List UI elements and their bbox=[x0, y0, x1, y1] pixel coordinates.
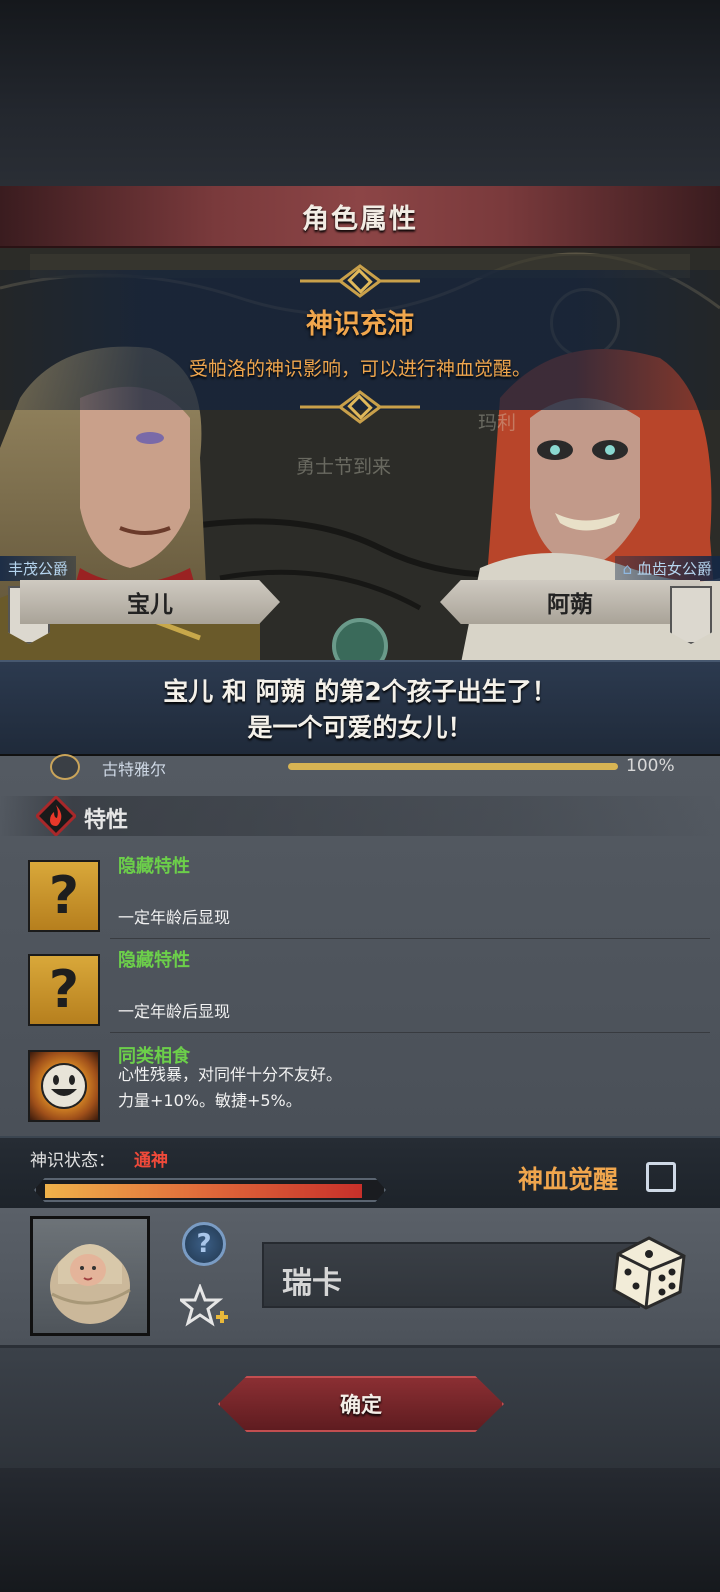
lineage-emblem-icon bbox=[50, 754, 80, 780]
inheritance-progress-bar bbox=[288, 763, 618, 770]
birth-announcement: 宝儿 和 阿蒴 的第2个孩子出生了！ 是一个可爱的女儿！ bbox=[0, 660, 720, 756]
top-backdrop bbox=[0, 0, 720, 186]
question-mark-icon: ? bbox=[28, 860, 100, 932]
map-label: 玛利 bbox=[478, 412, 517, 434]
trait-description: 一定年龄后显现 bbox=[118, 908, 231, 927]
awaken-label: 神血觉醒 bbox=[518, 1165, 619, 1194]
divine-progress-bar bbox=[34, 1178, 386, 1202]
trait-effect: 力量+10%。敏捷+5%。 bbox=[118, 1091, 302, 1110]
question-mark-icon: ? bbox=[28, 954, 100, 1026]
birth-line-1: 宝儿 和 阿蒴 的第2个孩子出生了！ bbox=[163, 677, 557, 706]
window-title-bar: 角色属性 bbox=[0, 186, 720, 248]
traits-title: 特性 bbox=[84, 808, 129, 833]
birth-line-2: 是一个可爱的女儿！ bbox=[247, 713, 473, 742]
baby-portrait bbox=[50, 1244, 131, 1324]
notice-title: 神识充沛 bbox=[306, 309, 414, 340]
divine-status-bar: 神识状态： 通神 神血觉醒 bbox=[0, 1136, 720, 1208]
star-add-icon[interactable] bbox=[180, 1284, 230, 1330]
trait-divider bbox=[110, 1032, 710, 1033]
inheritance-percent: 100% bbox=[626, 756, 675, 776]
smiling-face-icon-graphic bbox=[41, 1063, 87, 1109]
window-title: 角色属性 bbox=[302, 203, 418, 235]
notice-description: 受帕洛的神识影响，可以进行神血觉醒。 bbox=[188, 358, 531, 380]
divine-progress-fill bbox=[45, 1184, 362, 1198]
trait-description: 心性残暴，对同伴十分不友好。 bbox=[118, 1065, 343, 1084]
father-name: 宝儿 bbox=[127, 592, 173, 618]
mother-nameplate[interactable]: 阿蒴 bbox=[440, 580, 700, 624]
smiling-face-icon bbox=[28, 1050, 100, 1122]
mother-name: 阿蒴 bbox=[547, 592, 593, 618]
trait-item[interactable]: ? 隐藏特性 一定年龄后显现 bbox=[0, 852, 720, 944]
ornament-knot-icon bbox=[300, 390, 420, 424]
castle-icon: ⌂ bbox=[622, 560, 633, 578]
flame-diamond-icon bbox=[36, 796, 76, 836]
confirm-label: 确定 bbox=[340, 1393, 382, 1417]
traits-panel[interactable]: 古特雅尔 100% 特性 ? 隐藏特性 一定年龄后显现 ? 隐藏特性 一定年龄后… bbox=[0, 754, 720, 1136]
trait-name: 隐藏特性 bbox=[118, 856, 190, 877]
awaken-checkbox[interactable] bbox=[646, 1162, 676, 1192]
mother-shield-icon[interactable] bbox=[670, 586, 712, 644]
trait-item[interactable]: 同类相食 心性残暴，对同伴十分不友好。 力量+10%。敏捷+5%。 bbox=[0, 1042, 720, 1134]
event-label: 勇士节到来 bbox=[296, 456, 392, 478]
child-info-row: ? 瑞卡 bbox=[0, 1208, 720, 1348]
mother-title-text: 血齿女公爵 bbox=[636, 560, 712, 578]
ornament-knot-icon bbox=[300, 264, 420, 298]
child-name-field[interactable]: 瑞卡 bbox=[262, 1242, 640, 1308]
trait-divider bbox=[110, 938, 710, 939]
inheritance-name: 古特雅尔 bbox=[102, 760, 167, 779]
father-nameplate[interactable]: 宝儿 bbox=[20, 580, 280, 624]
dice-randomize-icon[interactable] bbox=[610, 1234, 688, 1312]
father-title: 丰茂公爵 bbox=[0, 556, 77, 581]
mother-title: ⌂ 血齿女公爵 bbox=[614, 556, 720, 581]
trait-name: 隐藏特性 bbox=[118, 950, 190, 971]
bottom-backdrop bbox=[0, 1468, 720, 1592]
divine-status-value: 通神 bbox=[134, 1151, 168, 1171]
trait-item[interactable]: ? 隐藏特性 一定年龄后显现 bbox=[0, 946, 720, 1038]
inheritance-row: 古特雅尔 100% bbox=[0, 754, 720, 780]
baby-avatar[interactable] bbox=[30, 1216, 150, 1336]
trait-description: 一定年龄后显现 bbox=[118, 1002, 231, 1021]
help-icon[interactable]: ? bbox=[182, 1222, 226, 1266]
divine-status-label: 神识状态： bbox=[30, 1151, 115, 1171]
confirm-button[interactable]: 确定 bbox=[218, 1376, 504, 1432]
